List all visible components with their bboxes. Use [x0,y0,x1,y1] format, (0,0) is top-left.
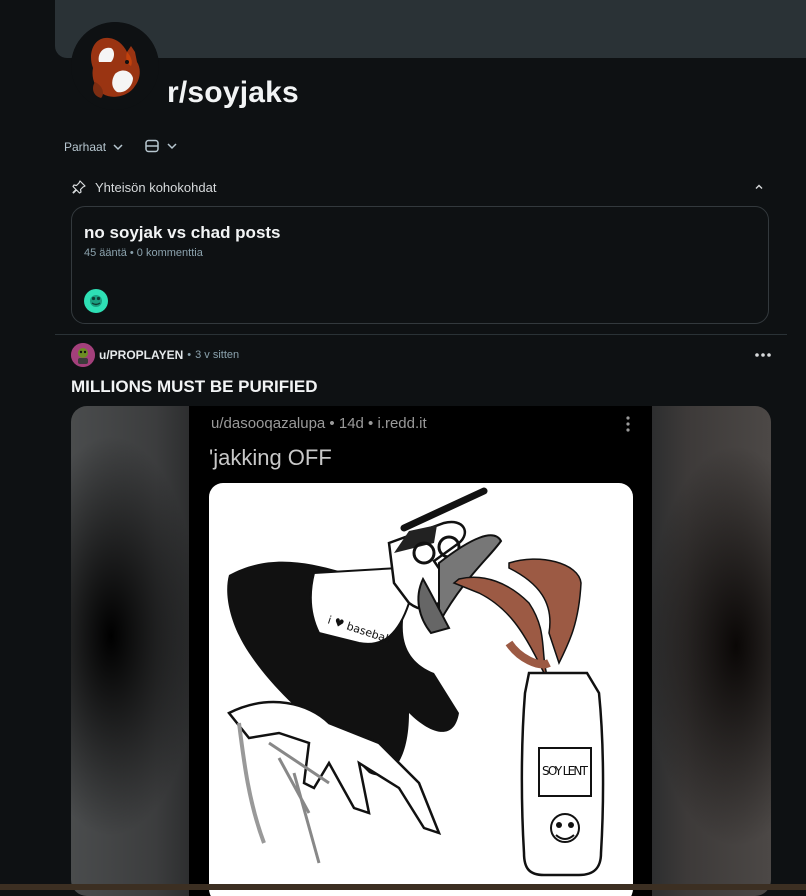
sort-label: Parhaat [64,140,107,154]
post-time: 3 v sitten [195,349,240,361]
chevron-up-icon[interactable] [753,181,765,193]
card-view-icon [145,139,159,153]
subreddit-banner [55,0,806,58]
chevron-down-icon [113,144,123,151]
soyjak-drawing-image: i ♥ baseball SOY LENT [227,487,605,877]
can-text: SOY LENT [542,764,589,778]
more-options-icon[interactable] [752,344,774,366]
vertical-more-icon [626,416,630,432]
embedded-post-meta: u/dasooqazalupa • 14d • i.redd.it [211,415,427,432]
highlight-author-avatar [84,289,108,313]
user-avatar-icon [90,295,102,307]
embedded-post-title: 'jakking OFF [209,445,332,470]
subreddit-avatar[interactable] [71,22,159,110]
post-author[interactable]: u/PROPLAYEN [99,348,183,362]
meme-drawing: i ♥ baseball SOY LENT [209,483,633,896]
highlight-card[interactable]: no soyjak vs chad posts 45 ääntä • 0 kom… [71,206,769,324]
sort-dropdown[interactable]: Parhaat [64,138,124,156]
pin-icon [72,180,86,194]
divider [55,334,787,335]
subreddit-title: r/soyjaks [167,76,299,109]
community-highlights-label: Yhteisön kohokohdat [95,179,217,195]
community-highlights-header: Yhteisön kohokohdat [71,176,771,198]
highlight-card-title: no soyjak vs chad posts [84,223,281,242]
post-media[interactable]: u/dasooqazalupa • 14d • i.redd.it 'jakki… [71,406,771,896]
post-author-avatar[interactable] [71,343,95,367]
chevron-down-icon [167,143,177,150]
post-header: u/PROPLAYEN • 3 v sitten [71,342,239,368]
embedded-screenshot: u/dasooqazalupa • 14d • i.redd.it 'jakki… [189,406,652,896]
highlight-card-meta: 45 ääntä • 0 kommenttia [84,247,203,259]
view-dropdown[interactable] [144,136,178,156]
post-title[interactable]: MILLIONS MUST BE PURIFIED [71,377,318,397]
user-avatar-icon [71,343,95,367]
meta-separator: • [187,349,192,361]
bottom-edge-strip [0,884,806,890]
squirrel-icon [71,22,159,110]
